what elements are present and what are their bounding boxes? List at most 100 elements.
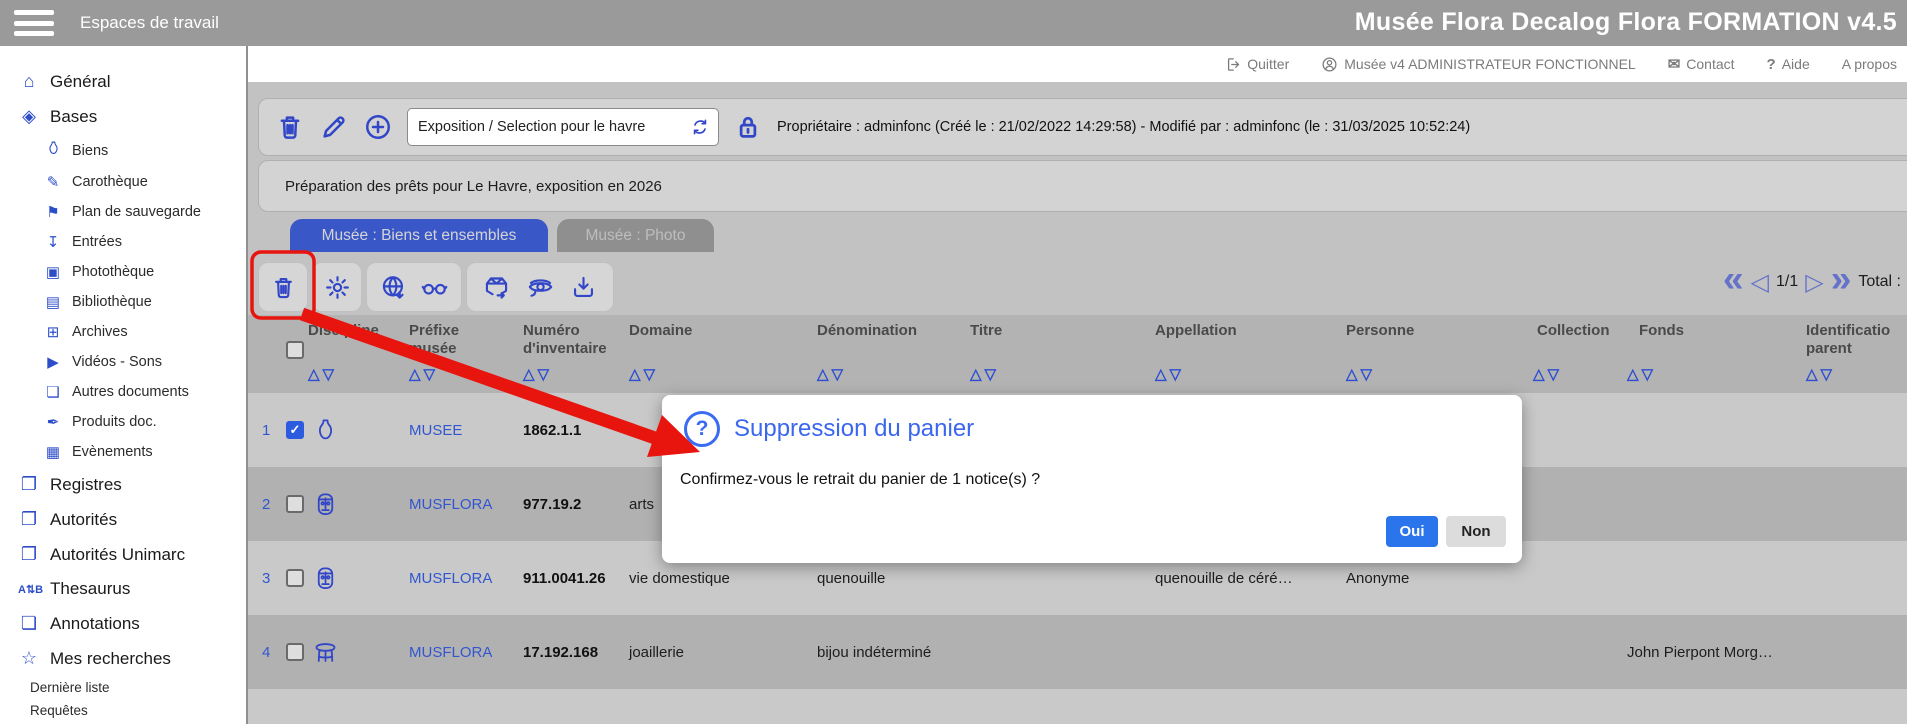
first-page-button[interactable]: «	[1723, 259, 1744, 299]
tab-photo[interactable]: Musée : Photo	[557, 219, 714, 252]
row-checkbox-checked[interactable]: ✓	[286, 421, 304, 439]
sort-discipline[interactable]: △▽	[308, 365, 337, 383]
sort-fonds[interactable]: △▽	[1627, 365, 1656, 383]
tab-biens-et-ensembles[interactable]: Musée : Biens et ensembles	[290, 219, 548, 252]
sort-appellation[interactable]: △▽	[1155, 365, 1184, 383]
pagination: « ◁ 1/1 ▷ » Total :	[1723, 258, 1901, 306]
basket-description: Préparation des prêts pour Le Havre, exp…	[258, 160, 1907, 212]
column-header-fonds: Fonds	[1639, 322, 1709, 340]
export-box-icon[interactable]	[483, 274, 510, 301]
row-checkbox[interactable]	[286, 643, 304, 661]
mail-icon: ✉	[1668, 55, 1681, 73]
column-header-titre: Titre	[970, 322, 1120, 340]
mask-icon	[312, 491, 339, 518]
pen-icon: ✎	[44, 173, 62, 191]
sort-identification-parent[interactable]: △▽	[1806, 365, 1835, 383]
vase-icon	[44, 140, 62, 161]
next-page-button[interactable]: ▷	[1805, 268, 1823, 297]
inventory-number: 977.19.2	[523, 467, 581, 541]
row-checkbox[interactable]	[286, 495, 304, 513]
edit-basket-button[interactable]	[319, 112, 349, 142]
column-header-appellation: Appellation	[1155, 322, 1325, 340]
help-button[interactable]: ? Aide	[1767, 56, 1810, 73]
sort-numero[interactable]: △▽	[523, 365, 552, 383]
remove-from-basket-button[interactable]	[258, 262, 308, 312]
basket-selector-value: Exposition / Selection pour le havre	[418, 119, 645, 135]
gear-icon	[324, 274, 351, 301]
row-number: 3	[262, 541, 270, 615]
sidebar-item-produits-doc[interactable]: ✒ Produits doc.	[0, 407, 246, 437]
sort-collection[interactable]: △▽	[1533, 365, 1562, 383]
add-basket-button[interactable]	[363, 112, 393, 142]
vase-icon	[312, 417, 339, 444]
sidebar-item-evenements[interactable]: ▦ Evènements	[0, 437, 246, 467]
sidebar-item-general[interactable]: ⌂ Général	[0, 64, 246, 99]
about-button[interactable]: A propos	[1842, 56, 1897, 72]
sidebar-item-plan-sauvegarde[interactable]: ⚑ Plan de sauvegarde	[0, 197, 246, 227]
eye-of-horus-icon[interactable]	[527, 274, 554, 301]
sidebar-item-mes-recherches[interactable]: ☆ Mes recherches	[0, 641, 246, 676]
confirm-yes-button[interactable]: Oui	[1386, 516, 1438, 547]
question-icon: ?	[1767, 56, 1776, 73]
sidebar-item-thesaurus[interactable]: A⇅B Thesaurus	[0, 572, 246, 606]
select-all-checkbox[interactable]	[286, 341, 304, 359]
ink-icon: ✒	[44, 413, 62, 431]
sidebar-item-videos-sons[interactable]: ▶ Vidéos - Sons	[0, 347, 246, 377]
sidebar-item-requetes[interactable]: Requêtes	[0, 699, 246, 722]
sidebar-item-archives[interactable]: ⊞ Archives	[0, 317, 246, 347]
prev-page-button[interactable]: ◁	[1751, 268, 1769, 297]
home-icon: ⌂	[18, 71, 40, 92]
current-user[interactable]: Musée v4 ADMINISTRATEUR FONCTIONNEL	[1321, 56, 1635, 73]
domaine-cell: arts	[629, 467, 654, 541]
basket-selector[interactable]: Exposition / Selection pour le havre	[407, 108, 719, 146]
sidebar-item-bibliotheque[interactable]: ▤ Bibliothèque	[0, 287, 246, 317]
record-link[interactable]: MUSFLORA	[409, 615, 492, 689]
record-link[interactable]: MUSEE	[409, 393, 462, 467]
down-arrow-icon: ↧	[44, 233, 62, 251]
glasses-view-icon[interactable]	[421, 274, 448, 301]
record-link[interactable]: MUSFLORA	[409, 467, 492, 541]
sort-titre[interactable]: △▽	[970, 365, 999, 383]
column-header-identification-parent: Identificatio parent	[1806, 322, 1907, 358]
sort-domaine[interactable]: △▽	[629, 365, 658, 383]
hamburger-menu-icon[interactable]	[14, 10, 54, 36]
tab-bar: Musée : Biens et ensembles Musée : Photo	[290, 219, 714, 252]
contact-button[interactable]: ✉ Contact	[1668, 55, 1735, 73]
confirm-no-button[interactable]: Non	[1446, 516, 1506, 547]
library-icon: ▤	[44, 293, 62, 311]
record-link[interactable]: MUSFLORA	[409, 541, 492, 615]
dialog-header: ? Suppression du panier	[684, 411, 974, 447]
sort-personne[interactable]: △▽	[1346, 365, 1375, 383]
sidebar-item-phototheque[interactable]: ▣ Photothèque	[0, 257, 246, 287]
media-icon: ▶	[44, 353, 62, 371]
sidebar-item-bases[interactable]: ◈ Bases	[0, 99, 246, 134]
refresh-icon[interactable]	[690, 117, 710, 137]
last-page-button[interactable]: »	[1831, 259, 1852, 299]
download-icon[interactable]	[570, 274, 597, 301]
sidebar-item-derniere-liste[interactable]: Dernière liste	[0, 676, 246, 699]
quit-button[interactable]: Quitter	[1224, 56, 1289, 73]
delete-basket-button[interactable]	[275, 112, 305, 142]
question-circle-icon: ?	[684, 411, 720, 447]
sidebar-item-biens[interactable]: Biens	[0, 134, 246, 167]
sidebar-item-entrees[interactable]: ↧ Entrées	[0, 227, 246, 257]
workspace-label: Espaces de travail	[80, 13, 219, 33]
sidebar-item-autorites[interactable]: ❐ Autorités	[0, 502, 246, 537]
sidebar-item-autorites-unimarc[interactable]: ❐ Autorités Unimarc	[0, 537, 246, 572]
sort-prefixe[interactable]: △▽	[409, 365, 438, 383]
sort-denomination[interactable]: △▽	[817, 365, 846, 383]
fonds-cell: John Pierpont Morg…	[1627, 615, 1773, 689]
table-row[interactable]: 4 MUSFLORA 17.192.168 joaillerie bijou i…	[248, 615, 1907, 689]
sidebar-item-registres[interactable]: ❐ Registres	[0, 467, 246, 502]
book-icon: ❐	[18, 509, 40, 530]
settings-button[interactable]	[312, 262, 362, 312]
inventory-number: 1862.1.1	[523, 393, 581, 467]
globe-publish-icon[interactable]	[380, 274, 407, 301]
sidebar-item-carotheque[interactable]: ✎ Carothèque	[0, 167, 246, 197]
sidebar-item-autres-documents[interactable]: ❏ Autres documents	[0, 377, 246, 407]
sidebar-item-annotations[interactable]: ❏ Annotations	[0, 606, 246, 641]
exit-icon	[1224, 56, 1241, 73]
column-header-denomination: Dénomination	[817, 322, 957, 340]
app-title: Musée Flora Decalog Flora FORMATION v4.5	[1355, 8, 1897, 37]
row-checkbox[interactable]	[286, 569, 304, 587]
